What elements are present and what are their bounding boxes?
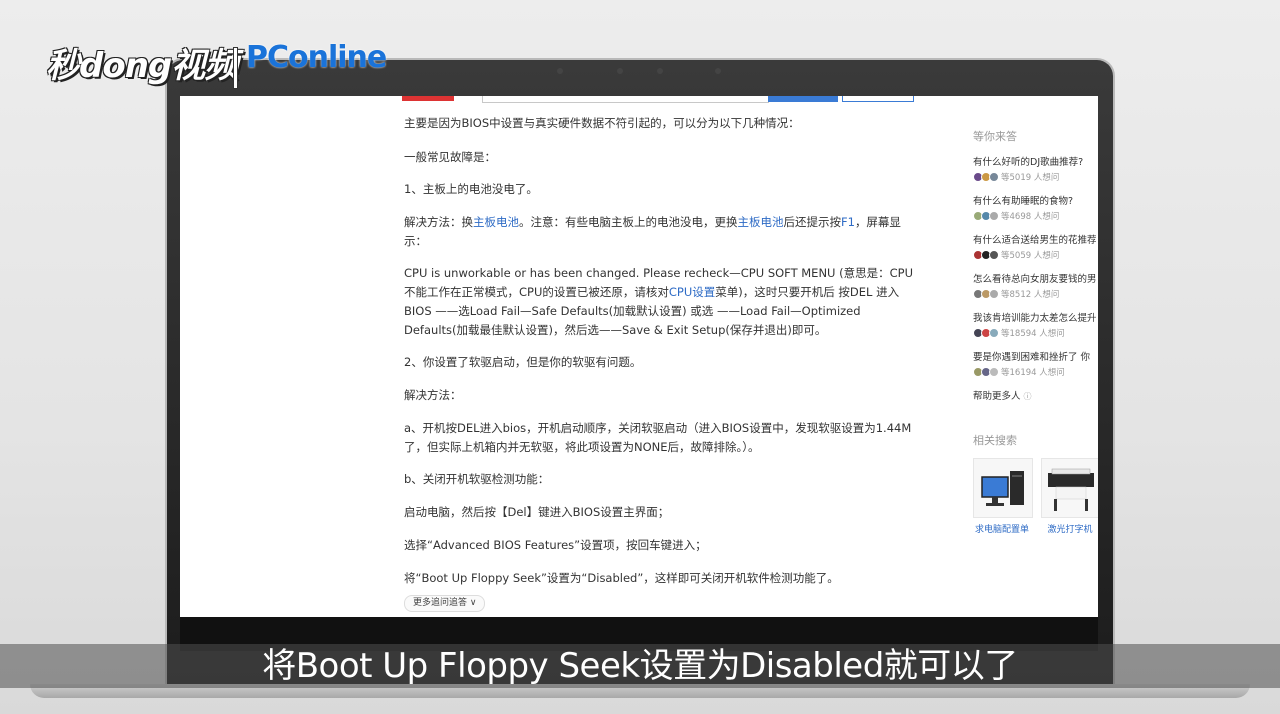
watermark-divider (234, 48, 237, 88)
related-search-link[interactable]: 求电脑配置单 (967, 522, 1037, 535)
question-text[interactable]: 怎么看待总向女朋友要钱的男 (973, 271, 1098, 285)
question-text[interactable]: 我该肯培训能力太差怎么提升 (973, 310, 1098, 324)
question-item[interactable]: 我该肯培训能力太差怎么提升 等18594 人想问 (973, 310, 1098, 339)
search-input[interactable] (482, 96, 769, 103)
select-instruction: 选择“Advanced BIOS Features”设置项，按回车键进入； (404, 538, 707, 552)
related-search-title: 相关搜索 (973, 434, 1017, 447)
question-item[interactable]: 有什么有助睡眠的食物? 等4698 人想问 (973, 193, 1098, 222)
item-1: 1、主板上的电池没电了。 (404, 182, 538, 196)
camera-icon (617, 68, 623, 74)
sidebar: 等你来答 有什么好听的DJ歌曲推荐? 等5019 人想问 有什么有助睡眠的食物?… (973, 96, 1098, 617)
intro-text: 主要是因为BIOS中设置与真实硬件数据不符引起的，可以分为以下几种情况： (404, 116, 800, 130)
avatar-group (973, 328, 999, 338)
ask-button[interactable] (842, 96, 914, 102)
avatar-group (973, 250, 999, 260)
common-faults-heading: 一般常见故障是： (404, 150, 496, 164)
search-button[interactable] (768, 96, 838, 102)
avatar-group (973, 172, 999, 182)
brand-watermark: 秒dong视频 (46, 46, 238, 86)
printer-thumbnail[interactable] (1041, 458, 1098, 518)
mainboard-battery-link[interactable]: 主板电池 (473, 215, 519, 229)
partner-watermark: PConline (246, 40, 387, 75)
question-text[interactable]: 有什么好听的DJ歌曲推荐? (973, 154, 1098, 168)
sidebar-title: 等你来答 (973, 130, 1017, 143)
camera-light-icon (715, 68, 721, 74)
more-replies-button[interactable]: 更多追问追答 ∨ (404, 595, 486, 612)
question-item[interactable]: 怎么看待总向女朋友要钱的男 等8512 人想问 (973, 271, 1098, 300)
question-text[interactable]: 有什么适合送给男生的花推荐 (973, 232, 1098, 246)
related-search-link[interactable]: 激光打字机 (1035, 522, 1098, 535)
solution-1: 解决方法：换主板电池。注意：有些电脑主板上的电池没电，更换主板电池后还提示按F1… (404, 215, 901, 248)
step-a: a、开机按DEL进入bios，开机启动顺序，关闭软驱启动（进入BIOS设置中，发… (404, 421, 912, 454)
video-subtitle: 将Boot Up Floppy Seek设置为Disabled就可以了 (262, 646, 1018, 686)
step-b: b、关闭开机软驱检测功能： (404, 472, 550, 486)
browser-screen: 主要是因为BIOS中设置与真实硬件数据不符引起的，可以分为以下几种情况： 一般常… (180, 96, 1098, 617)
question-item[interactable]: 有什么适合送给男生的花推荐 等5059 人想问 (973, 232, 1098, 261)
info-icon: ⓘ (1023, 392, 1032, 401)
avatar-group (973, 211, 999, 221)
question-item[interactable]: 有什么好听的DJ歌曲推荐? 等5019 人想问 (973, 154, 1098, 183)
avatar-group (973, 367, 999, 377)
site-logo[interactable] (402, 96, 454, 101)
question-item[interactable]: 要是你遇到困难和挫折了 你 等16194 人想问 (973, 349, 1098, 378)
cpu-message: CPU is unworkable or has been changed. P… (404, 266, 913, 337)
mainboard-battery-link[interactable]: 主板电池 (738, 215, 784, 229)
question-text[interactable]: 要是你遇到困难和挫折了 你 (973, 349, 1098, 363)
help-more-link[interactable]: 帮助更多人 ⓘ (973, 388, 1032, 402)
cpu-settings-link[interactable]: CPU设置 (669, 285, 715, 299)
computer-thumbnail[interactable] (973, 458, 1033, 518)
f1-link[interactable]: F1 (841, 215, 855, 229)
avatar-group (973, 289, 999, 299)
set-instruction: 将“Boot Up Floppy Seek”设置为“Disabled”，这样即可… (404, 571, 839, 585)
item-2: 2、你设置了软驱启动，但是你的软驱有问题。 (404, 355, 642, 369)
camera-sensor-icon (557, 68, 563, 74)
solution-2-heading: 解决方法： (404, 388, 462, 402)
camera-sensor-icon (657, 68, 663, 74)
boot-instruction: 启动电脑，然后按【Del】键进入BIOS设置主界面； (404, 505, 670, 519)
question-text[interactable]: 有什么有助睡眠的食物? (973, 193, 1098, 207)
